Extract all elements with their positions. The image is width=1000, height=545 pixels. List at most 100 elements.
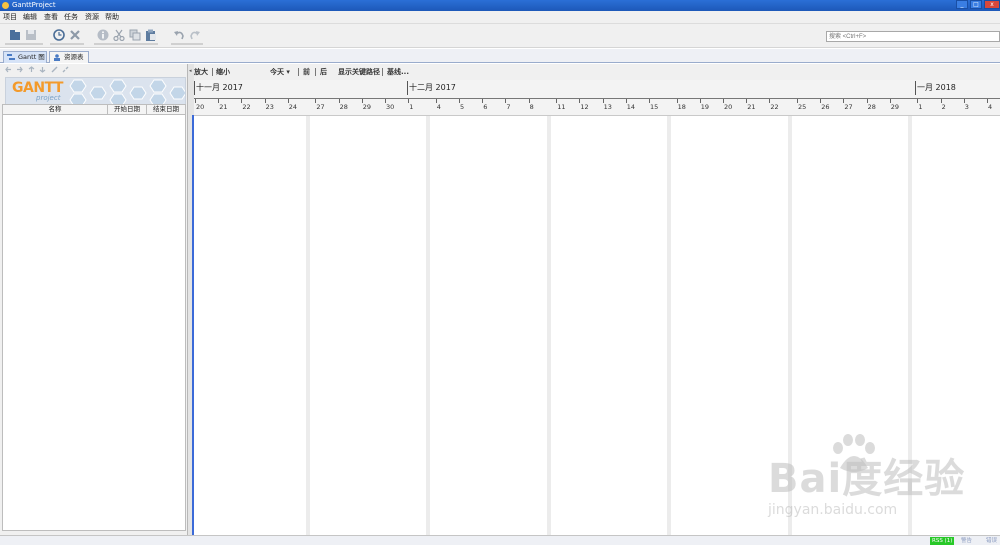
gantt-chart-area[interactable]: 放大 缩小 今天 ▾ 前 后 显示关键路径 基线... 十一月 2017 十二月… xyxy=(194,64,1000,535)
toolbar-group xyxy=(5,43,43,45)
maximize-button[interactable]: □ xyxy=(970,0,982,9)
cut-icon[interactable] xyxy=(113,29,125,41)
title-bar: GanttProject _ □ x xyxy=(0,0,1000,11)
minimize-button[interactable]: _ xyxy=(956,0,968,9)
next-button[interactable]: 后 xyxy=(320,68,327,76)
day-label: 1 xyxy=(409,103,414,111)
collapse-left-icon[interactable]: ◂ xyxy=(189,68,193,74)
redo-icon[interactable] xyxy=(189,29,201,41)
weekend-column xyxy=(908,116,912,535)
day-label: 14 xyxy=(626,103,636,111)
status-warnings[interactable]: 警告 xyxy=(961,537,972,545)
menu-task[interactable]: 任务 xyxy=(64,13,78,22)
rss-badge[interactable]: RSS (1) xyxy=(930,537,955,545)
day-label: 12 xyxy=(580,103,589,111)
weekend-column xyxy=(426,116,431,535)
day-label: 30 xyxy=(386,103,395,111)
info-icon[interactable] xyxy=(97,29,109,41)
save-icon[interactable] xyxy=(25,29,37,41)
weekend-column xyxy=(546,116,551,535)
day-label: 21 xyxy=(747,103,756,111)
baseline-button[interactable]: 基线... xyxy=(387,68,409,76)
task-tree-panel: GANTT project 名称 开始日期 结束日期 xyxy=(0,64,188,535)
status-bar: RSS (1) 警告 错误 xyxy=(0,535,1000,545)
separator xyxy=(212,68,213,76)
day-label: 22 xyxy=(242,103,251,111)
menu-project[interactable]: 项目 xyxy=(3,13,17,22)
menu-bar: 项目 编辑 查看 任务 资源 帮助 xyxy=(0,11,1000,24)
menu-edit[interactable]: 编辑 xyxy=(23,13,37,22)
month-label: 十一月 2017 xyxy=(196,83,243,92)
today-dropdown[interactable]: 今天 ▾ xyxy=(270,68,290,76)
tab-resources-label: 资源表 xyxy=(64,53,84,61)
column-end-date[interactable]: 结束日期 xyxy=(147,105,185,114)
day-label: 8 xyxy=(529,103,534,111)
arrow-down-icon[interactable] xyxy=(39,66,46,73)
day-label: 18 xyxy=(677,103,686,111)
day-label: 20 xyxy=(196,103,205,111)
task-table-body[interactable] xyxy=(2,115,186,531)
day-label: 19 xyxy=(700,103,710,111)
task-nav-toolbar xyxy=(0,64,188,75)
ganttproject-logo: GANTT project xyxy=(5,77,186,106)
arrow-right-icon[interactable] xyxy=(16,66,23,73)
critical-path-button[interactable]: 显示关键路径 xyxy=(338,68,380,76)
status-errors[interactable]: 错误 xyxy=(986,537,997,545)
prev-button[interactable]: 前 xyxy=(303,68,310,76)
toolbar-group xyxy=(171,43,203,45)
day-label: 22 xyxy=(770,103,779,111)
month-label: 十二月 2017 xyxy=(409,83,456,92)
weekend-column xyxy=(667,116,672,535)
chart-control-bar: 放大 缩小 今天 ▾ 前 后 显示关键路径 基线... xyxy=(194,64,1000,80)
clock-icon[interactable] xyxy=(53,29,65,41)
month-tick xyxy=(915,81,916,95)
day-label: 24 xyxy=(288,103,298,111)
logo-subtitle: project xyxy=(36,94,61,102)
day-label: 28 xyxy=(867,103,876,111)
open-icon[interactable] xyxy=(9,29,21,41)
tab-gantt[interactable]: Gantt 图 xyxy=(3,51,47,63)
zoom-out-button[interactable]: 缩小 xyxy=(216,68,230,76)
toolbar-group xyxy=(94,43,158,45)
day-label: 5 xyxy=(460,103,465,111)
column-start-date[interactable]: 开始日期 xyxy=(108,105,147,114)
day-label: 11 xyxy=(557,103,566,111)
day-label: 23 xyxy=(265,103,274,111)
arrow-up-icon[interactable] xyxy=(28,66,35,73)
unlink-icon[interactable] xyxy=(62,66,69,73)
month-label: 一月 2018 xyxy=(917,83,956,92)
day-label: 29 xyxy=(890,103,900,111)
day-label: 4 xyxy=(436,103,441,111)
day-label: 13 xyxy=(603,103,612,111)
menu-help[interactable]: 帮助 xyxy=(105,13,119,22)
day-label: 26 xyxy=(821,103,830,111)
toolbar-group xyxy=(50,43,84,45)
task-table-header: 名称 开始日期 结束日期 xyxy=(2,104,186,115)
month-tick xyxy=(407,81,408,95)
window-title: GanttProject xyxy=(12,1,56,9)
tab-resources[interactable]: 资源表 xyxy=(49,51,89,63)
close-window-button[interactable]: x xyxy=(984,0,1000,9)
day-label: 4 xyxy=(988,103,993,111)
link-icon[interactable] xyxy=(51,66,58,73)
arrow-left-icon[interactable] xyxy=(5,66,12,73)
day-label: 29 xyxy=(362,103,372,111)
day-label: 1 xyxy=(918,103,923,111)
delete-icon[interactable] xyxy=(69,29,81,41)
column-name[interactable]: 名称 xyxy=(3,105,108,114)
day-label: 3 xyxy=(964,103,969,111)
paste-icon[interactable] xyxy=(145,29,157,41)
month-tick xyxy=(194,81,195,95)
zoom-in-button[interactable]: 放大 xyxy=(194,68,208,76)
resource-chart-icon xyxy=(54,54,60,61)
day-label: 6 xyxy=(483,103,488,111)
menu-resource[interactable]: 资源 xyxy=(85,13,99,22)
copy-icon[interactable] xyxy=(129,29,141,41)
day-label: 21 xyxy=(219,103,228,111)
hexagon-pattern-icon xyxy=(69,79,185,105)
undo-icon[interactable] xyxy=(173,29,185,41)
search-input[interactable] xyxy=(826,31,1000,42)
gantt-chart-icon xyxy=(7,54,15,60)
day-label: 7 xyxy=(506,103,511,111)
menu-view[interactable]: 查看 xyxy=(44,13,58,22)
